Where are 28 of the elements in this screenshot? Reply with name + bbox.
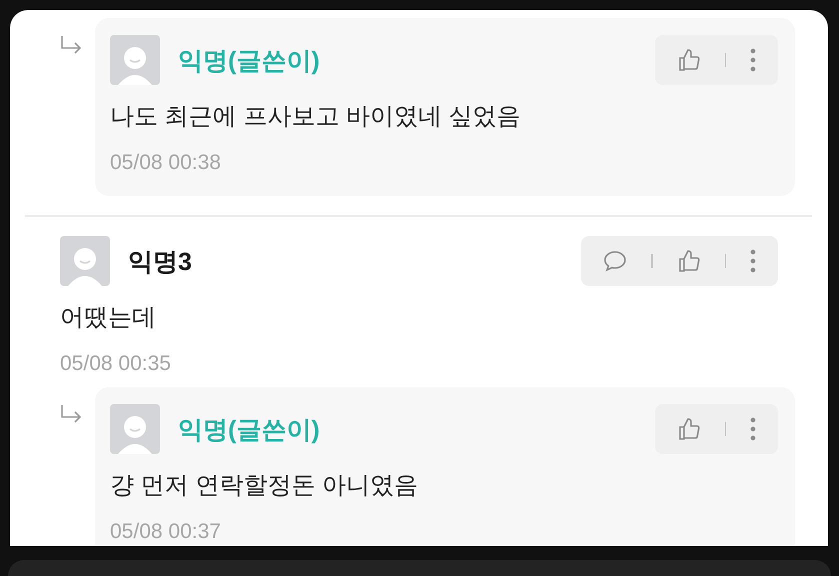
avatar-icon [110,35,160,85]
comment-text: 걍 먼저 연락할정돈 아니였음 [110,471,420,501]
reply-arrow-icon [60,36,82,54]
thumbs-up-icon [676,48,700,72]
avatar-icon [60,236,110,286]
comment-time: 05/08 00:38 [110,150,222,176]
reply-arrow-icon [60,405,82,423]
thumbs-up-icon [676,249,700,273]
like-button[interactable] [676,417,700,441]
author-name: 익명(글쓴이) [178,46,321,76]
like-button[interactable] [676,249,700,273]
more-button[interactable] [750,417,756,441]
speech-bubble-icon [603,250,627,272]
more-button[interactable] [750,48,756,72]
author-name: 익명3 [128,246,193,278]
more-icon [750,249,756,273]
comment-text: 나도 최근에 프사보고 바이였네 싶었음 [110,102,522,132]
author-name: 익명(글쓴이) [178,414,321,446]
avatar-icon [110,404,160,454]
more-button[interactable] [750,249,756,273]
more-icon [750,417,756,441]
comment-time: 05/08 00:37 [110,519,222,545]
comment-time: 05/08 00:35 [60,351,172,377]
more-icon [750,48,756,72]
thumbs-up-icon [676,417,700,441]
comment-button[interactable] [603,250,627,272]
like-button[interactable] [676,48,700,72]
comment-text: 어땠는데 [60,303,157,333]
